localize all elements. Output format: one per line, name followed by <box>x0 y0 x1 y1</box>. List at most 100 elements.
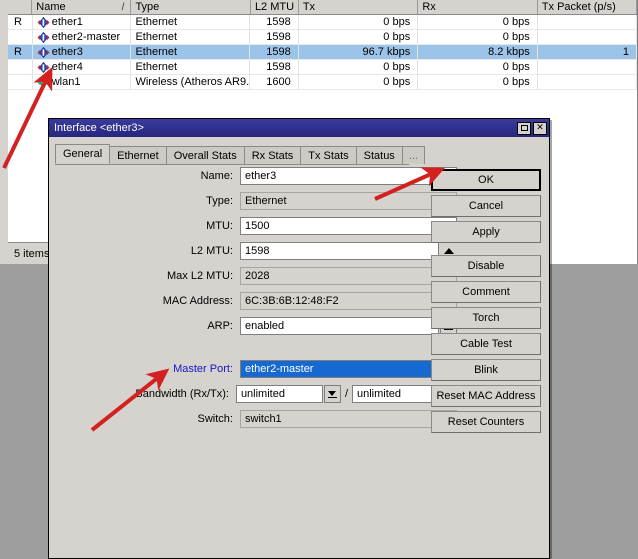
reset-counters-button[interactable]: Reset Counters <box>431 411 541 433</box>
row-interface-name: wlan1 <box>52 76 81 89</box>
table-row[interactable]: wlan1Wireless (Atheros AR9...16000 bps0 … <box>8 75 637 90</box>
table-row[interactable]: Rether3Ethernet159896.7 kbps8.2 kbps1 <box>8 45 637 60</box>
tab-ethernet[interactable]: Ethernet <box>109 146 167 164</box>
table-row[interactable]: ether2-masterEthernet15980 bps0 bps <box>8 30 637 45</box>
comment-button[interactable]: Comment <box>431 281 541 303</box>
maximize-button[interactable] <box>517 122 531 135</box>
sort-indicator-icon: / <box>122 1 125 14</box>
bandwidth-label: Bandwidth (Rx/Tx): <box>55 388 236 400</box>
column-header-tx-packet-p-s[interactable]: Tx Packet (p/s) <box>538 0 637 14</box>
ethernet-icon <box>37 32 50 43</box>
row-tx: 96.7 kbps <box>299 45 418 60</box>
field-row-l2mtu: L2 MTU: 1598 <box>55 242 457 260</box>
row-name-cell[interactable]: ether4 <box>33 60 132 75</box>
dialog-tabs[interactable]: GeneralEthernetOverall StatsRx StatsTx S… <box>55 143 409 165</box>
wireless-icon <box>37 77 50 88</box>
master-port-select-value[interactable]: ether2-master <box>240 360 439 378</box>
mac-address-value: 6C:3B:6B:12:48:F2 <box>240 292 457 310</box>
column-header-label: Tx <box>303 1 315 13</box>
tab-tx-stats[interactable]: Tx Stats <box>300 146 356 164</box>
bandwidth-separator: / <box>341 388 352 400</box>
field-row-mtu: MTU: 1500 <box>55 217 457 235</box>
row-tx-packet <box>538 15 637 30</box>
l2mtu-label: L2 MTU: <box>55 245 240 257</box>
column-header-label: Tx Packet (p/s) <box>542 1 616 13</box>
desktop-under-list <box>0 264 36 364</box>
blink-button[interactable]: Blink <box>431 359 541 381</box>
row-rx: 0 bps <box>418 30 537 45</box>
column-header-flags[interactable] <box>8 0 32 14</box>
name-input[interactable]: ether3 <box>240 167 457 185</box>
row-interface-name: ether4 <box>52 61 83 74</box>
row-name-cell[interactable]: ether3 <box>33 45 132 60</box>
bandwidth-rx-value[interactable]: unlimited <box>236 385 323 403</box>
interface-dialog: Interface <ether3> ✕ GeneralEthernetOver… <box>48 118 550 559</box>
row-name-cell[interactable]: ether2-master <box>33 30 132 45</box>
tab-rx-stats[interactable]: Rx Stats <box>244 146 302 164</box>
ethernet-icon <box>37 47 50 58</box>
column-header-l2-mtu[interactable]: L2 MTU <box>251 0 299 14</box>
column-header-name[interactable]: Name / <box>32 0 131 14</box>
field-row-name: Name: ether3 <box>55 167 457 185</box>
ethernet-icon <box>37 17 50 28</box>
apply-button[interactable]: Apply <box>431 221 541 243</box>
disable-button[interactable]: Disable <box>431 255 541 277</box>
column-header-label: Name <box>36 1 65 13</box>
row-tx: 0 bps <box>299 75 418 90</box>
maximize-icon <box>521 125 528 131</box>
column-header-tx[interactable]: Tx <box>299 0 419 14</box>
row-flag <box>8 60 33 75</box>
arp-select-value[interactable]: enabled <box>240 317 439 335</box>
row-flag: R <box>8 15 33 30</box>
l2mtu-input[interactable]: 1598 <box>240 242 439 260</box>
cable-test-button[interactable]: Cable Test <box>431 333 541 355</box>
row-tx-packet <box>538 60 637 75</box>
row-name-cell[interactable]: ether1 <box>33 15 132 30</box>
field-row-type: Type: Ethernet <box>55 192 457 210</box>
torch-button[interactable]: Torch <box>431 307 541 329</box>
field-row-switch: Switch: switch1 <box>55 410 457 428</box>
column-header-rx[interactable]: Rx <box>418 0 538 14</box>
row-l2mtu: 1598 <box>250 30 298 45</box>
list-column-headers[interactable]: Name / Type L2 MTU Tx Rx Tx Packet (p/s) <box>8 0 637 15</box>
row-tx: 0 bps <box>299 30 418 45</box>
row-tx: 0 bps <box>299 15 418 30</box>
row-name-cell[interactable]: wlan1 <box>33 75 132 90</box>
master-port-label[interactable]: Master Port: <box>55 363 240 375</box>
mac-address-label: MAC Address: <box>55 295 240 307</box>
field-row-max-l2mtu: Max L2 MTU: 2028 <box>55 267 457 285</box>
mtu-input[interactable]: 1500 <box>240 217 457 235</box>
dropdown-bar <box>328 397 337 398</box>
tab-[interactable]: ... <box>402 146 425 164</box>
switch-value: switch1 <box>240 410 457 428</box>
close-button[interactable]: ✕ <box>533 122 547 135</box>
column-header-label: Rx <box>422 1 435 13</box>
reset-mac-address-button[interactable]: Reset MAC Address <box>431 385 541 407</box>
row-flag <box>8 30 33 45</box>
dialog-title: Interface <ether3> <box>54 122 515 134</box>
dialog-body: GeneralEthernetOverall StatsRx StatsTx S… <box>49 137 549 558</box>
bandwidth-tx-value[interactable]: unlimited <box>352 385 439 403</box>
column-header-label: L2 MTU <box>255 1 294 13</box>
row-type: Ethernet <box>131 30 250 45</box>
row-rx: 0 bps <box>418 75 537 90</box>
name-label: Name: <box>55 170 240 182</box>
row-interface-name: ether2-master <box>52 31 120 44</box>
column-header-type[interactable]: Type <box>131 0 251 14</box>
row-tx-packet <box>538 75 637 90</box>
tab-status[interactable]: Status <box>356 146 403 164</box>
table-row[interactable]: Rether1Ethernet15980 bps0 bps <box>8 15 637 30</box>
dialog-title-bar[interactable]: Interface <ether3> ✕ <box>49 119 549 137</box>
ok-button[interactable]: OK <box>431 169 541 191</box>
general-form: Name: ether3 Type: Ethernet MTU: 1500 L2… <box>55 167 457 435</box>
tab-overall-stats[interactable]: Overall Stats <box>166 146 245 164</box>
max-l2mtu-value: 2028 <box>240 267 457 285</box>
row-l2mtu: 1598 <box>250 45 298 60</box>
bandwidth-rx-dropdown-button[interactable] <box>324 385 341 403</box>
cancel-button[interactable]: Cancel <box>431 195 541 217</box>
ethernet-icon <box>37 62 50 73</box>
table-row[interactable]: ether4Ethernet15980 bps0 bps <box>8 60 637 75</box>
tab-general[interactable]: General <box>55 144 110 164</box>
row-l2mtu: 1598 <box>250 15 298 30</box>
row-type: Ethernet <box>131 15 250 30</box>
